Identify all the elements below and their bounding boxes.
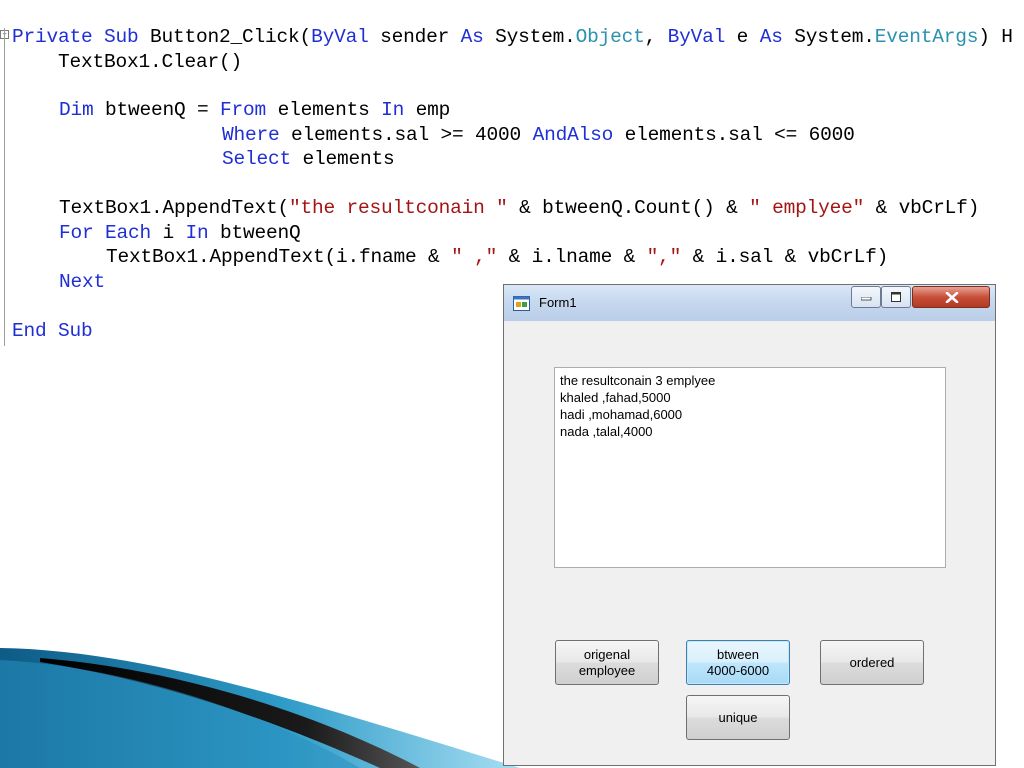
code-line-sub-declaration: Private Sub Button2_Click(ByVal sender A… [12, 26, 1013, 48]
close-button[interactable] [912, 286, 990, 308]
keyword-token: Select [222, 148, 292, 170]
keyword-token: ByVal [667, 26, 726, 48]
output-line: nada ,talal,4000 [560, 424, 653, 439]
keyword-token: In [381, 99, 405, 121]
unique-button[interactable]: unique [686, 695, 790, 740]
output-textbox[interactable]: the resultconain 3 emplyee khaled ,fahad… [554, 367, 946, 568]
code-token: Button2_Click( [138, 26, 312, 48]
ordered-button[interactable]: ordered [820, 640, 924, 685]
minimize-button[interactable] [851, 286, 881, 308]
code-token: elements [266, 99, 382, 121]
string-token: " ," [451, 246, 498, 268]
form-app-icon [513, 296, 530, 311]
code-token: System. [483, 26, 576, 48]
keyword-token: As [759, 26, 783, 48]
code-line-next: Next [59, 271, 105, 293]
code-token: emp [404, 99, 451, 121]
code-line-append-header: TextBox1.AppendText("the resultconain " … [59, 197, 979, 219]
ordered-button-label: ordered [849, 654, 895, 670]
output-line: hadi ,mohamad,6000 [560, 407, 683, 422]
code-line-append-row: TextBox1.AppendText(i.fname & " ," & i.l… [106, 246, 888, 268]
code-line-for-each: For Each i In btweenQ [59, 222, 301, 244]
form1-window: Form1 the resultconain 3 emplyee khaled … [503, 284, 996, 766]
string-token: "," [646, 246, 682, 268]
string-token: " emplyee" [749, 197, 865, 219]
code-token: System. [782, 26, 875, 48]
code-token: e [725, 26, 760, 48]
code-token: sender [368, 26, 461, 48]
code-outline-gutter [4, 28, 5, 346]
between-button[interactable]: btween 4000-6000 [686, 640, 790, 685]
minimize-icon [861, 297, 872, 301]
keyword-token: Where [222, 124, 280, 146]
original-employee-button[interactable]: origenal employee [555, 640, 659, 685]
keyword-token: As [460, 26, 484, 48]
code-token: elements.sal <= 6000 [613, 124, 855, 146]
keyword-token: AndAlso [532, 124, 614, 146]
unique-button-label: unique [718, 709, 758, 725]
code-token: & i.lname & [497, 246, 647, 268]
close-icon [945, 292, 959, 303]
code-token: TextBox1.AppendText(i.fname & [106, 246, 452, 268]
code-line-end-sub: End Sub [12, 320, 93, 342]
keyword-token: ByVal [311, 26, 369, 48]
keyword-token: End Sub [12, 320, 93, 342]
between-button-label: btween 4000-6000 [706, 646, 770, 678]
code-token: elements.sal >= 4000 [279, 124, 533, 146]
keyword-token: Dim [59, 99, 94, 121]
code-line-clear: TextBox1.Clear() [12, 51, 242, 73]
code-line-where: Where elements.sal >= 4000 AndAlso eleme… [222, 124, 855, 146]
code-token: & i.sal & vbCrLf) [681, 246, 889, 268]
code-token: & btweenQ.Count() & [507, 197, 750, 219]
code-token: elements [291, 148, 395, 170]
form-client-area: the resultconain 3 emplyee khaled ,fahad… [512, 321, 986, 759]
string-token: "the resultconain " [289, 197, 508, 219]
maximize-button[interactable] [881, 286, 911, 308]
keyword-token: In [185, 222, 209, 244]
maximize-icon [891, 292, 901, 302]
code-token: TextBox1.Clear() [12, 51, 243, 73]
keyword-token: Next [59, 271, 106, 293]
decorative-swoosh [0, 648, 520, 768]
window-titlebar[interactable]: Form1 [504, 285, 995, 321]
keyword-token: From [220, 99, 267, 121]
output-line: khaled ,fahad,5000 [560, 390, 671, 405]
output-line: the resultconain 3 emplyee [560, 373, 716, 388]
original-employee-button-label: origenal employee [578, 646, 636, 678]
code-token: & vbCrLf) [864, 197, 980, 219]
code-token: ) H [978, 26, 1013, 48]
keyword-token: Private Sub [12, 26, 139, 48]
type-token: Object [575, 26, 645, 48]
code-line-dim-query: Dim btweenQ = From elements In emp [59, 99, 450, 121]
window-title: Form1 [539, 295, 577, 310]
code-token: btweenQ = [93, 99, 221, 121]
keyword-token: For Each [59, 222, 152, 244]
code-token: , [644, 26, 668, 48]
code-token: i [151, 222, 186, 244]
type-token: EventArgs [874, 26, 979, 48]
code-token: btweenQ [208, 222, 301, 244]
code-line-select: Select elements [222, 148, 395, 170]
code-token: TextBox1.AppendText( [59, 197, 290, 219]
